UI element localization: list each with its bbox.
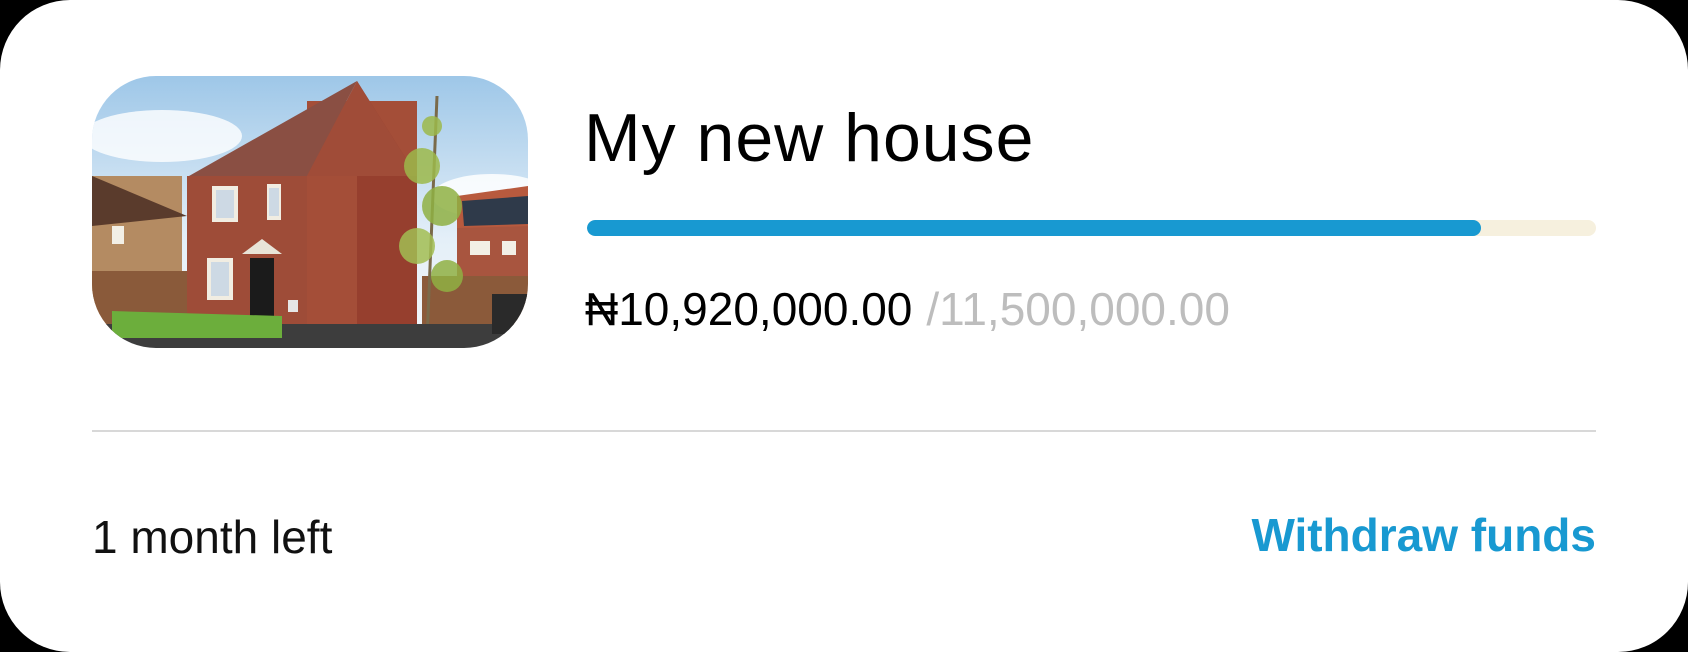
saved-amount: ₦10,920,000.00 [585,283,913,335]
savings-goal-card[interactable]: My new house ₦10,920,000.00/11,500,000.0… [0,0,1688,652]
house-photo [92,76,528,348]
house-illustration [92,76,528,348]
goal-progress-fill [587,220,1481,236]
withdraw-funds-button[interactable]: Withdraw funds [1251,508,1596,562]
goal-title: My new house [584,100,1035,176]
target-amount: /11,500,000.00 [926,283,1230,335]
goal-progress-bar [587,220,1596,236]
time-left-label: 1 month left [92,511,333,563]
goal-amounts: ₦10,920,000.00/11,500,000.00 [585,282,1230,336]
card-divider [92,430,1596,432]
